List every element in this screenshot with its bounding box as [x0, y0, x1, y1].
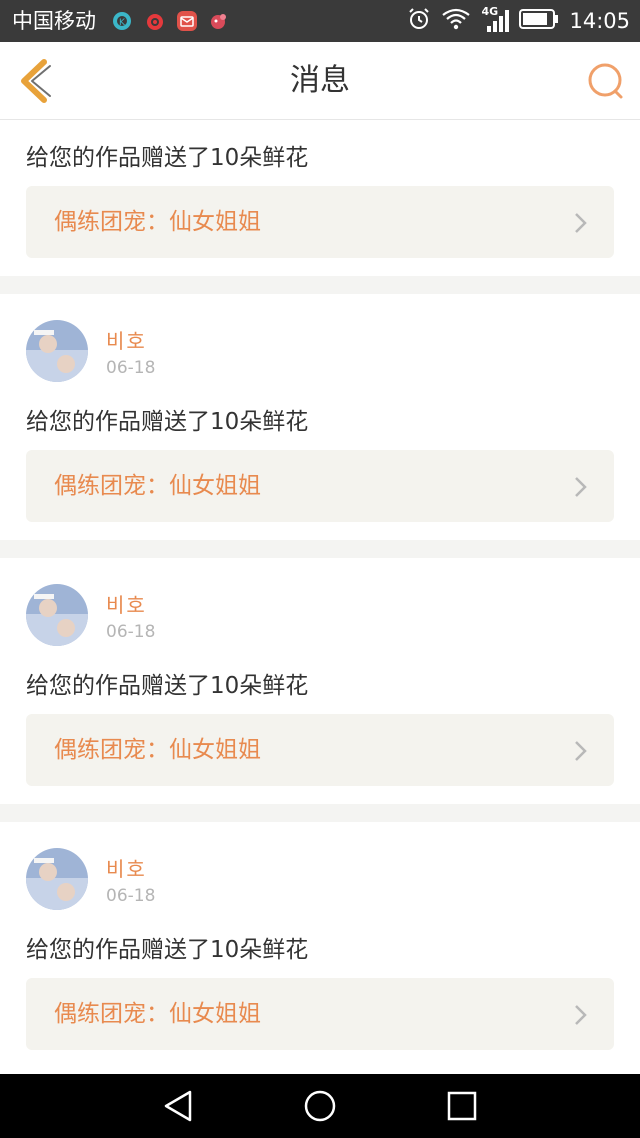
work-link[interactable]: 偶练团宠：仙女姐姐: [26, 450, 614, 522]
username[interactable]: 비호: [106, 589, 147, 618]
username[interactable]: 비호: [106, 853, 147, 882]
message-text: 给您的作品赠送了10朵鲜花: [26, 409, 309, 435]
message-text: 给您的作品赠送了10朵鲜花: [26, 937, 309, 963]
status-bar: 中国移动 K 4G 14:05: [0, 0, 640, 42]
system-nav-bar: [0, 1074, 640, 1138]
chevron-right-icon: [574, 1004, 588, 1026]
game-app-icon: [209, 11, 229, 31]
message-card: 给您的作品赠送了10朵鲜花 偶练团宠：仙女姐姐: [0, 120, 640, 276]
mail-app-icon: [177, 11, 197, 31]
message-date: 06-18: [106, 886, 156, 906]
message-card: 비호 06-18 给您的作品赠送了10朵鲜花 偶练团宠：仙女姐姐: [0, 558, 640, 804]
work-title: 偶练团宠：仙女姐姐: [54, 473, 261, 499]
message-list[interactable]: 给您的作品赠送了10朵鲜花 偶练团宠：仙女姐姐 비호 06-18 给您的作品赠送…: [0, 120, 640, 1074]
weibo-icon: [145, 11, 165, 31]
work-link[interactable]: 偶练团宠：仙女姐姐: [26, 714, 614, 786]
nav-back-icon[interactable]: [160, 1088, 196, 1124]
avatar[interactable]: [26, 848, 88, 910]
work-title: 偶练团宠：仙女姐姐: [54, 1001, 261, 1027]
avatar[interactable]: [26, 320, 88, 382]
signal-icon: 4G: [481, 5, 510, 34]
page-title: 消息: [290, 63, 350, 98]
chevron-right-icon: [574, 212, 588, 234]
work-title: 偶练团宠：仙女姐姐: [54, 209, 261, 235]
message-date: 06-18: [106, 622, 156, 642]
wifi-icon: [441, 7, 471, 35]
username[interactable]: 비호: [106, 325, 147, 354]
message-card: 비호 06-18 给您的作品赠送了10朵鲜花 偶练团宠：仙女姐姐: [0, 294, 640, 540]
message-text: 给您的作品赠送了10朵鲜花: [26, 145, 309, 171]
work-link[interactable]: 偶练团宠：仙女姐姐: [26, 186, 614, 258]
clock: 14:05: [569, 9, 630, 33]
carrier-label: 中国移动: [12, 9, 96, 33]
nav-recents-icon[interactable]: [444, 1088, 480, 1124]
nav-home-icon[interactable]: [302, 1088, 338, 1124]
battery-icon: [519, 8, 559, 34]
chevron-right-icon: [574, 740, 588, 762]
message-date: 06-18: [106, 358, 156, 378]
work-link[interactable]: 偶练团宠：仙女姐姐: [26, 978, 614, 1050]
app-k-icon: K: [112, 11, 132, 31]
search-icon[interactable]: [586, 62, 624, 100]
message-text: 给您的作品赠送了10朵鲜花: [26, 673, 309, 699]
chevron-right-icon: [574, 476, 588, 498]
message-card: 비호 06-18 给您的作品赠送了10朵鲜花 偶练团宠：仙女姐姐: [0, 822, 640, 1074]
work-title: 偶练团宠：仙女姐姐: [54, 737, 261, 763]
header-bar: 消息: [0, 42, 640, 120]
alarm-icon: [407, 7, 431, 35]
avatar[interactable]: [26, 584, 88, 646]
